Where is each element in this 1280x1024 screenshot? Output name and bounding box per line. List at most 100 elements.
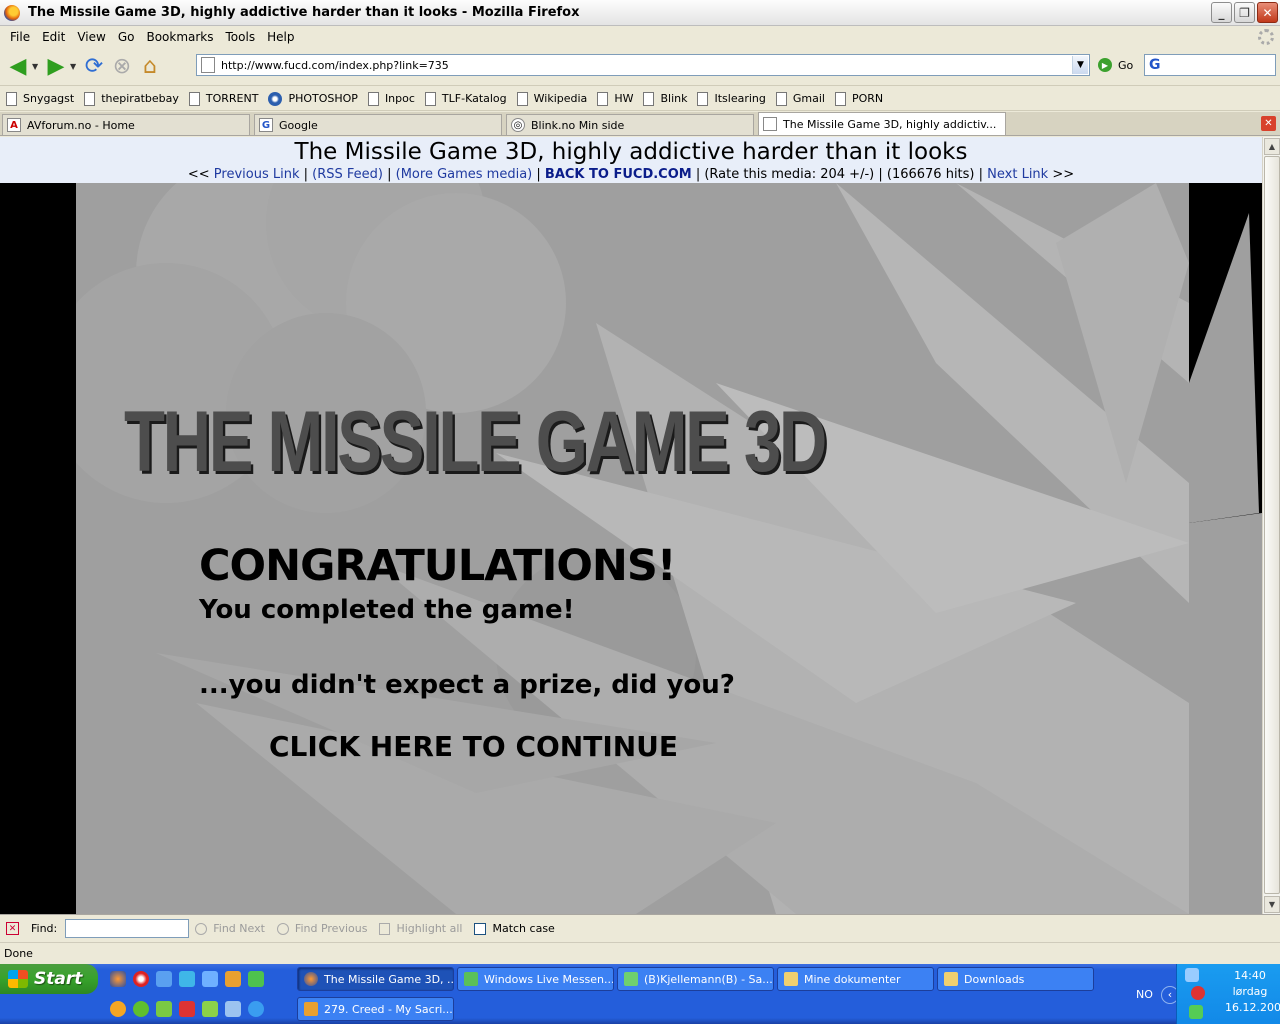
status-bar: Done [0, 942, 1280, 964]
url-bar[interactable]: ▼ [196, 54, 1090, 76]
scroll-thumb[interactable] [1264, 156, 1280, 894]
taskbar-item-chat[interactable]: (B)Kjellemann(B) - Sa... [617, 967, 774, 991]
desktop-quicklaunch-icon[interactable] [156, 1001, 172, 1017]
menu-file[interactable]: File [4, 30, 36, 44]
rss-feed-link[interactable]: (RSS Feed) [312, 167, 383, 182]
firefox-quicklaunch-icon[interactable] [110, 971, 126, 987]
outlook-quicklaunch-icon[interactable] [202, 971, 218, 987]
messenger-quicklaunch-icon[interactable] [179, 971, 195, 987]
highlight-all-button[interactable]: Highlight all [379, 922, 462, 935]
language-indicator[interactable]: NO [1136, 988, 1153, 1001]
url-dropdown-icon[interactable]: ▼ [1072, 56, 1088, 74]
page-nav-links: << Previous Link | (RSS Feed) | (More Ga… [187, 167, 1075, 182]
find-input[interactable] [65, 919, 190, 938]
media-player-quicklaunch-icon[interactable] [110, 1001, 126, 1017]
bookmark-item[interactable]: TLF-Katalog [424, 91, 507, 106]
tab-missile-game[interactable]: The Missile Game 3D, highly addictiv... [758, 112, 1006, 135]
tab-google[interactable]: G Google [254, 114, 502, 135]
menu-go[interactable]: Go [112, 30, 141, 44]
bookmark-item[interactable]: Gmail [775, 91, 825, 106]
taskbar-item-mine-dokumenter[interactable]: Mine dokumenter [777, 967, 934, 991]
prize-text: ...you didn't expect a prize, did you? [199, 670, 735, 700]
bookmark-item[interactable]: PHOTOSHOP [268, 91, 358, 106]
bookmark-item[interactable]: Blink [643, 91, 687, 106]
firefox-icon [4, 4, 20, 21]
itunes-quicklaunch-icon[interactable] [225, 1001, 241, 1017]
bookmark-item[interactable]: Snygagst [6, 91, 74, 106]
back-to-fucd-link[interactable]: BACK TO FUCD.COM [545, 167, 692, 182]
winamp-quicklaunch-icon[interactable] [225, 971, 241, 987]
opera-quicklaunch-icon[interactable] [133, 971, 149, 987]
bookmark-item[interactable]: Itslearing [697, 91, 766, 106]
checkbox-icon[interactable] [474, 922, 487, 935]
tab-blink[interactable]: ◎ Blink.no Min side [506, 114, 754, 135]
security-tray-icon[interactable] [1191, 986, 1205, 1000]
next-link[interactable]: Next Link [987, 167, 1048, 182]
maximize-button[interactable]: ❐ [1234, 2, 1255, 23]
find-next-button[interactable]: Find Next [195, 922, 265, 935]
bookmark-page-icon [424, 91, 436, 106]
bookmark-item[interactable]: Wikipedia [516, 91, 587, 106]
bookmark-item[interactable]: PORN [834, 91, 883, 106]
bookmark-item[interactable]: thepiratbebay [84, 91, 179, 106]
start-button[interactable]: Start [0, 964, 98, 994]
find-previous-button[interactable]: Find Previous [276, 922, 367, 935]
go-button[interactable]: ▶ Go [1098, 58, 1133, 72]
taskbar-item-messenger[interactable]: Windows Live Messen... [457, 967, 614, 991]
google-icon: G [259, 118, 273, 132]
tray-clock[interactable]: 14:40 lørdag 16.12.2006 [1225, 968, 1280, 1016]
game-area[interactable]: THE MISSILE GAME 3D CONGRATULATIONS! You… [76, 183, 1189, 914]
vertical-scrollbar[interactable]: ▲ ▼ [1262, 137, 1280, 914]
reload-icon[interactable]: ⟳ [80, 53, 108, 81]
hits-count: (166676 hits) [886, 167, 975, 182]
find-close-icon[interactable]: ✕ [6, 922, 19, 935]
network-tray-icon[interactable] [1185, 968, 1199, 982]
bookmark-page-icon [643, 91, 655, 106]
home-icon[interactable]: ⌂ [136, 53, 164, 81]
close-tab-icon[interactable]: ✕ [1261, 116, 1276, 131]
forward-dropdown-icon[interactable]: ▼ [70, 62, 80, 71]
minimize-button[interactable]: _ [1211, 2, 1232, 23]
msn-quicklaunch-icon[interactable] [248, 971, 264, 987]
go-arrow-icon: ▶ [1098, 58, 1112, 72]
back-dropdown-icon[interactable]: ▼ [32, 62, 42, 71]
tab-avforum[interactable]: A AVforum.no - Home [2, 114, 250, 135]
rate-media[interactable]: (Rate this media: 204 +/-) [704, 167, 874, 182]
status-text: Done [4, 947, 33, 960]
menu-bookmarks[interactable]: Bookmarks [140, 30, 219, 44]
bookmark-item[interactable]: HW [597, 91, 633, 106]
scroll-up-icon[interactable]: ▲ [1264, 138, 1280, 155]
close-button[interactable]: ✕ [1257, 2, 1278, 23]
highlight-icon [379, 922, 391, 935]
scroll-down-icon[interactable]: ▼ [1264, 896, 1280, 913]
taskbar-item-winamp[interactable]: 279. Creed - My Sacri... [297, 997, 454, 1021]
quick-launch-row-2 [110, 1001, 264, 1017]
bookmark-item[interactable]: TORRENT [188, 91, 258, 106]
acrobat-quicklaunch-icon[interactable] [179, 1001, 195, 1017]
utorrent-quicklaunch-icon[interactable] [133, 1001, 149, 1017]
menu-view[interactable]: View [71, 30, 111, 44]
previous-link[interactable]: Previous Link [214, 167, 300, 182]
search-box[interactable]: G [1144, 54, 1276, 76]
taskbar-item-downloads[interactable]: Downloads [937, 967, 1094, 991]
photoshop-icon [268, 91, 283, 106]
match-case-checkbox[interactable]: Match case [474, 922, 555, 935]
back-icon[interactable]: ◀ [4, 53, 32, 81]
menu-help[interactable]: Help [261, 30, 300, 44]
bookmark-item[interactable]: Inpoc [367, 91, 415, 106]
language-bar[interactable]: NO ‹ [1136, 986, 1179, 1004]
google-search-icon[interactable]: G [1149, 57, 1161, 73]
ie-quicklaunch-icon[interactable] [156, 971, 172, 987]
messenger-tray-icon[interactable] [1189, 1005, 1203, 1019]
forward-icon[interactable]: ▶ [42, 53, 70, 81]
url-input[interactable] [221, 58, 1072, 72]
app-quicklaunch-icon[interactable] [202, 1001, 218, 1017]
menu-tools[interactable]: Tools [220, 30, 262, 44]
taskbar-item-firefox[interactable]: The Missile Game 3D, ... [297, 967, 454, 991]
menu-edit[interactable]: Edit [36, 30, 71, 44]
continue-button[interactable]: CLICK HERE TO CONTINUE [269, 730, 678, 763]
search-quicklaunch-icon[interactable] [248, 1001, 264, 1017]
bookmark-page-icon [188, 91, 200, 106]
stop-icon[interactable]: ⊗ [108, 53, 136, 81]
more-games-link[interactable]: (More Games media) [396, 167, 533, 182]
